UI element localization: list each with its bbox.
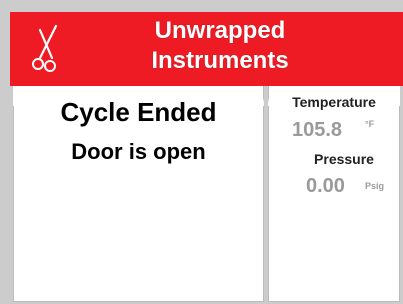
pressure-value: 0.00: [306, 175, 345, 197]
cycle-status: Cycle Ended: [60, 97, 217, 127]
pressure-unit: Psig: [365, 181, 385, 191]
temperature-label: Temperature: [292, 94, 376, 110]
temperature-value: 105.8: [292, 119, 343, 141]
program-title: Unwrapped Instruments: [151, 17, 289, 74]
cycle-header: Unwrapped Instruments: [10, 12, 403, 86]
door-status: Door is open: [71, 139, 206, 164]
pressure-label: Pressure: [314, 151, 374, 167]
scissors-icon: [32, 24, 58, 72]
temperature-unit: °F: [365, 119, 375, 129]
